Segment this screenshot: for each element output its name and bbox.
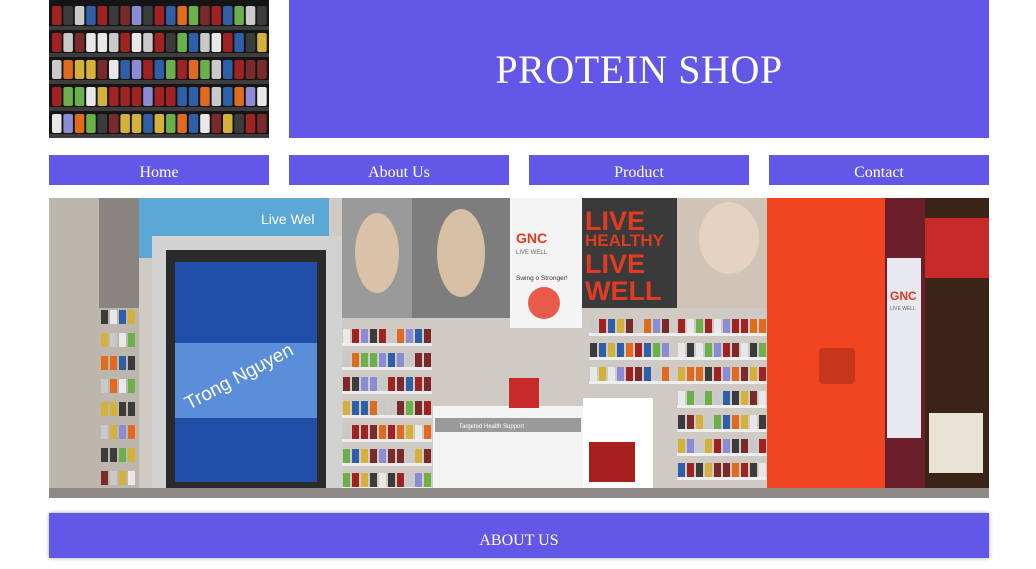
protein-shelf-photo [49, 0, 269, 138]
title-banner: PROTEIN SHOP [289, 0, 989, 138]
about-us-heading: ABOUT US [479, 532, 559, 549]
nav-home[interactable]: Home [49, 155, 269, 185]
stronger-slogan-text: Swing o Stronger! [516, 275, 568, 282]
gnc-tagline-text: LIVE WELL [516, 250, 548, 256]
logo-image [49, 0, 269, 138]
nav-contact[interactable]: Contact [769, 155, 989, 185]
side-gnc-logo: GNC [890, 289, 917, 303]
nav-product[interactable]: Product [529, 155, 749, 185]
slogan-line-3: LIVE [585, 249, 645, 279]
gnc-logo-text: GNC [516, 230, 547, 246]
side-gnc-tagline: LIVE WELL [890, 306, 916, 312]
nav-contact-label: Contact [854, 164, 904, 181]
wall-sign: Live Wel [261, 211, 314, 227]
nav-about-us[interactable]: About Us [289, 155, 509, 185]
hero-image: Live Wel Trong Nguyen GNC LIVE WELL Swin… [49, 198, 989, 498]
nav-about-us-label: About Us [368, 164, 430, 181]
nav-product-label: Product [614, 164, 664, 181]
about-us-section: ABOUT US [49, 513, 989, 558]
counter-sign: Targeted Health Support [459, 424, 524, 430]
gnc-store-photo: Live Wel Trong Nguyen GNC LIVE WELL Swin… [49, 198, 989, 498]
slogan-line-4: WELL [585, 276, 661, 306]
slogan-line-2: HEALTHY [585, 231, 665, 250]
nav-home-label: Home [139, 164, 179, 181]
page-title: PROTEIN SHOP [495, 46, 783, 92]
